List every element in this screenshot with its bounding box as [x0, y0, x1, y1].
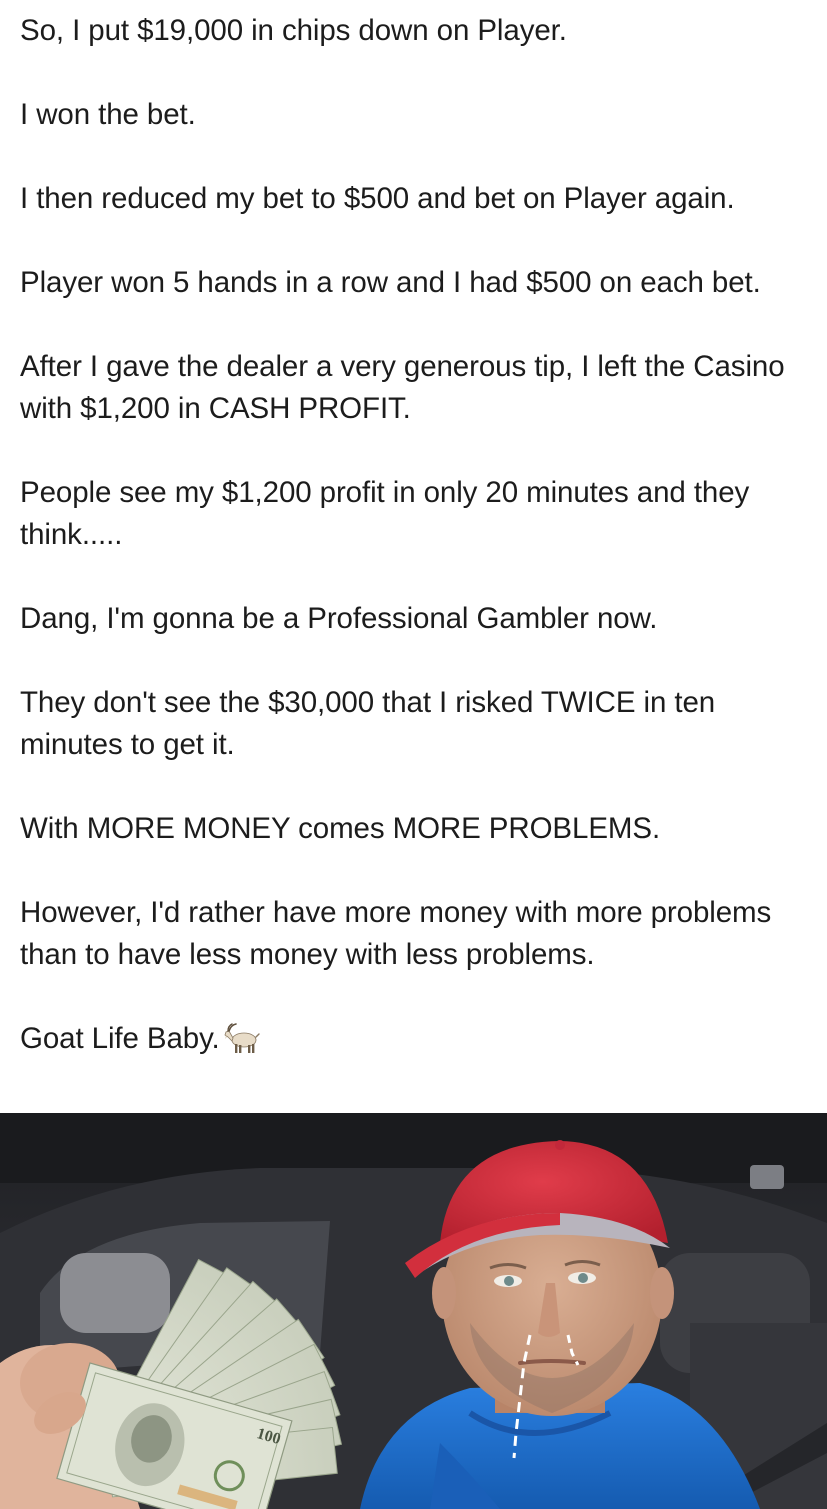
goat-icon [224, 1022, 260, 1066]
post-paragraph-2: I won the bet. [20, 98, 196, 131]
post-paragraph-7: Dang, I'm gonna be a Professional Gamble… [20, 602, 658, 635]
post-paragraph-1: So, I put $19,000 in chips down on Playe… [20, 14, 567, 47]
post-paragraph-11: Goat Life Baby. [20, 1018, 810, 1066]
post-text: So, I put $19,000 in chips down on Playe… [20, 10, 810, 1066]
post-paragraph-8: They don't see the $30,000 that I risked… [20, 686, 716, 761]
post-paragraph-4: Player won 5 hands in a row and I had $5… [20, 266, 761, 299]
post-closing-text: Goat Life Baby. [20, 1022, 220, 1055]
post-paragraph-9: With MORE MONEY comes MORE PROBLEMS. [20, 812, 661, 845]
post-paragraph-6: People see my $1,200 profit in only 20 m… [20, 476, 750, 551]
man-in-car-holding-cash-photo: 100 [0, 1113, 827, 1509]
post-paragraph-10: However, I'd rather have more money with… [20, 896, 772, 971]
post-paragraph-3: I then reduced my bet to $500 and bet on… [20, 182, 735, 215]
post-paragraph-5: After I gave the dealer a very generous … [20, 350, 785, 425]
